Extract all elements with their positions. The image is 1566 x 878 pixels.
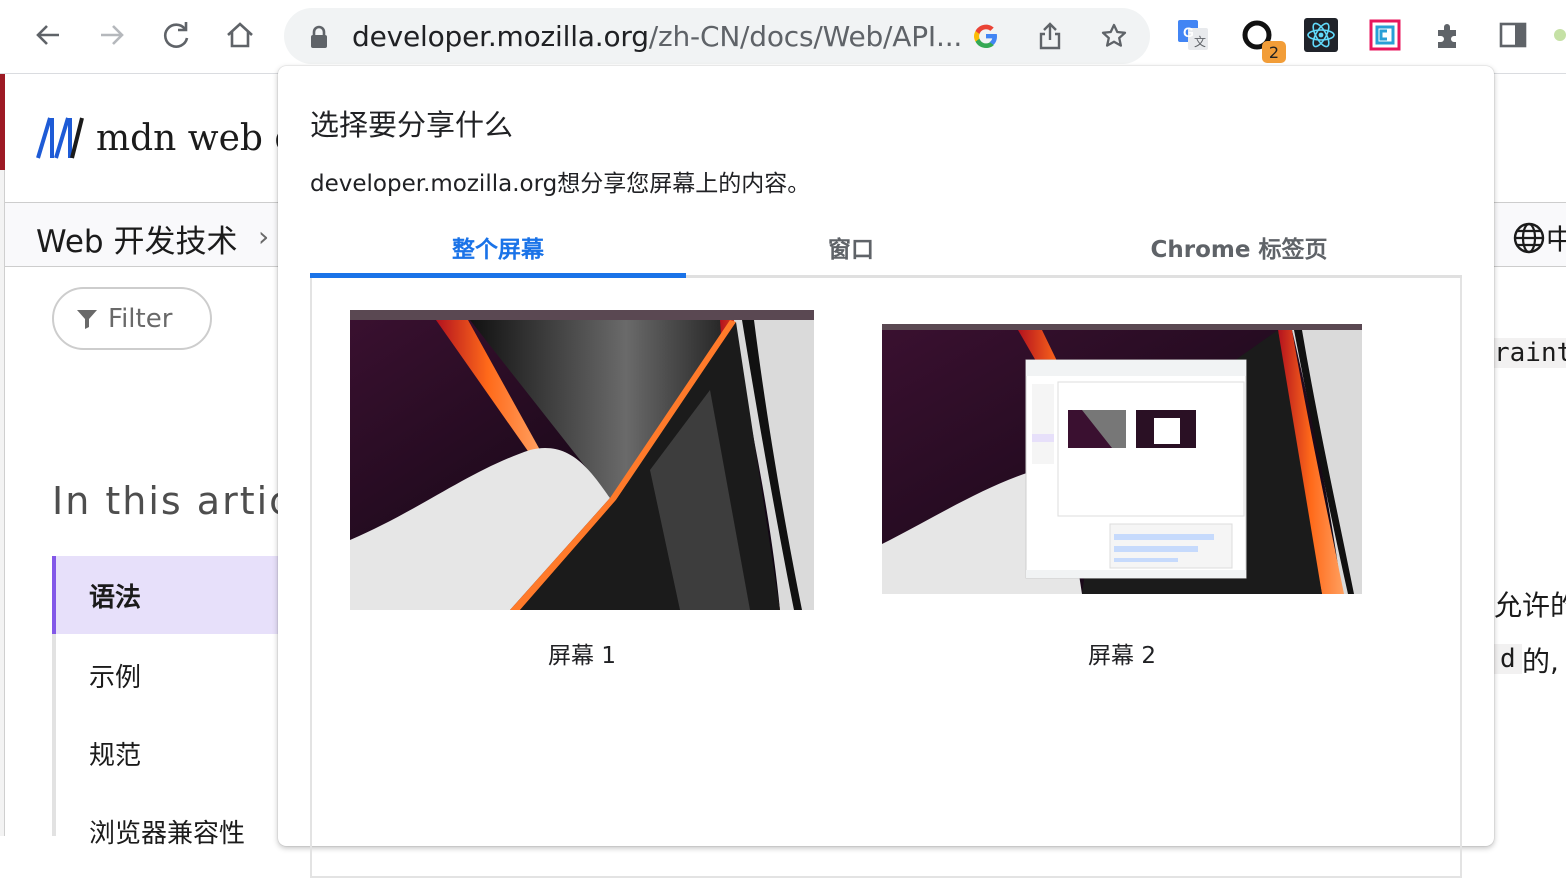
body-text-fragment: 允许的	[1494, 589, 1566, 622]
tab-chrome-tab[interactable]: Chrome 标签页	[1016, 216, 1462, 278]
extensions-menu-button[interactable]	[1432, 18, 1466, 52]
globe-icon	[1513, 222, 1545, 254]
reload-icon	[163, 22, 189, 48]
side-panel-icon	[1499, 22, 1527, 48]
body-text-fragment-2: 的,	[1522, 645, 1559, 678]
bookmark-button[interactable]	[1098, 20, 1130, 52]
share-button[interactable]	[1034, 20, 1066, 52]
code-extension[interactable]	[1368, 18, 1402, 52]
language-label: 中	[1546, 223, 1566, 254]
wallpaper-image-1	[350, 310, 814, 610]
share-source-tabs: 整个屏幕 窗口 Chrome 标签页	[310, 216, 1462, 278]
url-host: developer.mozilla.org	[352, 20, 649, 53]
filter-button[interactable]: Filter	[52, 287, 212, 350]
toc-title: In this artic	[52, 479, 293, 523]
toc-item-specifications[interactable]: 规范	[56, 714, 282, 792]
side-panel-button[interactable]	[1496, 18, 1530, 52]
breadcrumb-link[interactable]: Web 开发技术	[36, 216, 237, 261]
code-snippet-inline: d	[1494, 644, 1522, 674]
dialog-subtitle: developer.mozilla.org想分享您屏幕上的内容。	[310, 171, 811, 197]
translate-extension[interactable]: G文	[1176, 18, 1210, 52]
screen-2-label: 屏幕 2	[1088, 643, 1156, 669]
puzzle-icon	[1438, 24, 1456, 48]
screen-1-thumbnail[interactable]	[350, 310, 814, 610]
code-snippet: raint	[1494, 338, 1566, 368]
lock-icon	[311, 25, 327, 48]
dialog-title: 选择要分享什么	[310, 108, 514, 142]
tab-entire-screen[interactable]: 整个屏幕	[310, 216, 686, 278]
mdn-mark-icon	[36, 117, 84, 159]
back-arrow-icon	[36, 25, 59, 45]
google-translate-icon: G文	[1178, 20, 1208, 50]
tab-window[interactable]: 窗口	[686, 216, 1016, 278]
url-path: /zh-CN/docs/Web/API...	[648, 20, 963, 53]
google-lens-button[interactable]	[970, 20, 1002, 52]
table-of-contents: 语法 示例 规范 浏览器兼容性	[52, 556, 278, 849]
react-devtools-extension[interactable]	[1304, 18, 1338, 52]
toc-item-browser-compat[interactable]: 浏览器兼容性	[56, 792, 282, 870]
chevron-right-icon: ›	[258, 220, 270, 253]
filter-icon	[77, 309, 97, 329]
address-bar[interactable]: developer.mozilla.org/zh-CN/docs/Web/API…	[284, 8, 1150, 64]
avatar-icon	[1554, 29, 1566, 41]
svg-text:文: 文	[1194, 34, 1206, 49]
forward-button[interactable]	[92, 15, 132, 55]
browser-toolbar: developer.mozilla.org/zh-CN/docs/Web/API…	[0, 0, 1566, 74]
react-icon	[1304, 18, 1338, 52]
window-edge	[0, 170, 5, 836]
back-button[interactable]	[28, 15, 68, 55]
filter-label: Filter	[108, 303, 173, 334]
forward-arrow-icon	[101, 25, 124, 45]
svg-text:G: G	[1183, 24, 1194, 40]
toc-item-examples[interactable]: 示例	[56, 636, 282, 714]
profile-avatar[interactable]	[1554, 18, 1566, 52]
mdn-logo[interactable]: mdn web do	[36, 116, 319, 160]
url-text: developer.mozilla.org/zh-CN/docs/Web/API…	[352, 20, 962, 53]
extension-badge: 2	[1262, 41, 1286, 63]
bracket-logo-icon	[1369, 19, 1401, 51]
toc-item-syntax[interactable]: 语法	[52, 556, 278, 634]
reload-button[interactable]	[156, 15, 196, 55]
wallpaper-image-2	[882, 324, 1362, 594]
screen-1-label: 屏幕 1	[548, 643, 616, 669]
screen-2-thumbnail[interactable]	[882, 324, 1362, 594]
google-icon	[974, 24, 997, 48]
language-switcher[interactable]: 中	[1512, 218, 1566, 254]
screen-share-dialog: 选择要分享什么 developer.mozilla.org想分享您屏幕上的内容。…	[278, 66, 1494, 878]
window-edge-accent	[0, 74, 5, 170]
home-icon	[227, 22, 253, 48]
home-button[interactable]	[220, 15, 260, 55]
share-icon	[1039, 22, 1061, 50]
star-icon	[1101, 23, 1127, 47]
